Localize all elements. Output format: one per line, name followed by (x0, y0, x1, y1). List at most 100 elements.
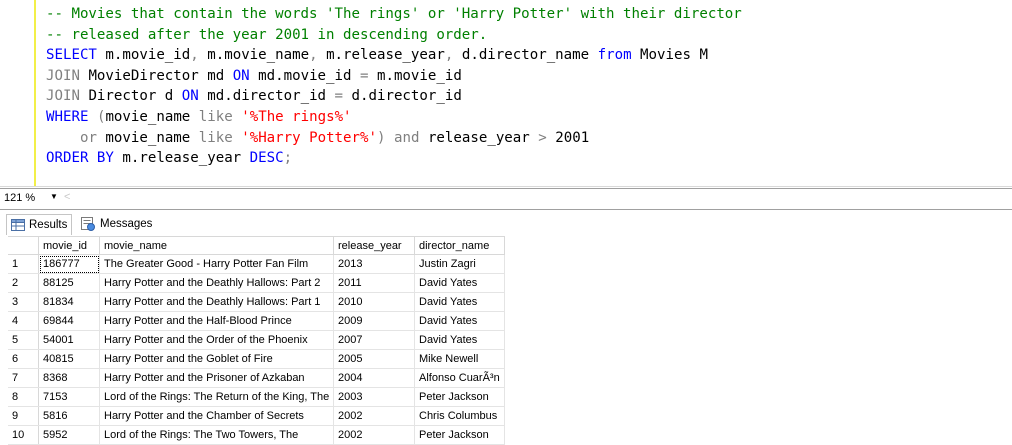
chevron-down-icon[interactable]: ▼ (50, 192, 58, 201)
row-number-header[interactable] (8, 236, 39, 255)
column-header-release-year[interactable]: release_year (333, 236, 415, 255)
code-token: like (198, 108, 233, 125)
cell-movie-id[interactable]: 88125 (38, 273, 100, 293)
cell-release-year[interactable]: 2013 (333, 254, 415, 274)
cell-movie-id[interactable]: 186777 (38, 254, 100, 274)
cell-movie-id[interactable]: 5816 (38, 406, 100, 426)
cell-director-name[interactable]: David Yates (414, 292, 505, 312)
row-number[interactable]: 10 (8, 425, 39, 445)
code-token: '%The rings%' (241, 108, 352, 125)
cell-release-year[interactable]: 2011 (333, 273, 415, 293)
cell-movie-id[interactable]: 81834 (38, 292, 100, 312)
table-row[interactable]: 2 88125 Harry Potter and the Deathly Hallo… (8, 273, 505, 293)
table-row[interactable]: 8 7153 Lord of the Rings: The Return of th… (8, 387, 505, 407)
code-line[interactable]: JOIN Director d ON md.director_id = d.di… (46, 86, 742, 107)
code-token: ON (232, 67, 250, 84)
query-editor[interactable]: -- Movies that contain the words 'The ri… (0, 0, 1012, 186)
row-number[interactable]: 1 (8, 254, 39, 274)
cell-release-year[interactable]: 2005 (333, 349, 415, 369)
row-number[interactable]: 7 (8, 368, 39, 388)
cell-movie-id[interactable]: 54001 (38, 330, 100, 350)
row-number[interactable]: 9 (8, 406, 39, 426)
code-line[interactable]: JOIN MovieDirector md ON md.movie_id = m… (46, 66, 742, 87)
row-number[interactable]: 4 (8, 311, 39, 331)
code-token: movie_name (96, 129, 199, 146)
code-token: DESC (249, 150, 284, 167)
code-token: m.movie_id (96, 47, 191, 64)
tab-results[interactable]: Results (6, 214, 72, 235)
cell-release-year[interactable]: 2002 (333, 425, 415, 445)
code-token: m.release_year (113, 150, 250, 167)
tab-messages[interactable]: Messages (76, 214, 156, 234)
tab-messages-label: Messages (100, 218, 153, 230)
code-line[interactable]: ORDER BY m.release_year DESC; (46, 148, 742, 169)
code-line[interactable]: WHERE (movie_name like '%The rings%' (46, 107, 742, 128)
cell-movie-name[interactable]: Harry Potter and the Goblet of Fire (99, 349, 334, 369)
table-row[interactable]: 10 5952 Lord of the Rings: The Two Towers,… (8, 425, 505, 445)
table-row[interactable]: 9 5816 Harry Potter and the Chamber of Sec… (8, 406, 505, 426)
column-header-movie-id[interactable]: movie_id (38, 236, 100, 255)
cell-release-year[interactable]: 2002 (333, 406, 415, 426)
code-token: JOIN (46, 88, 80, 105)
code-line[interactable]: or movie_name like '%Harry Potter%') and… (46, 128, 742, 149)
cell-director-name[interactable]: David Yates (414, 311, 505, 331)
cell-release-year[interactable]: 2004 (333, 368, 415, 388)
cell-movie-id[interactable]: 8368 (38, 368, 100, 388)
table-row[interactable]: 4 69844 Harry Potter and the Half-Blood Pr… (8, 311, 505, 331)
row-number[interactable]: 6 (8, 349, 39, 369)
code-line[interactable]: -- Movies that contain the words 'The ri… (46, 4, 742, 25)
table-row[interactable]: 3 81834 Harry Potter and the Deathly Hallo… (8, 292, 505, 312)
code-token: m.release_year (317, 47, 445, 64)
cell-release-year[interactable]: 2010 (333, 292, 415, 312)
sql-code[interactable]: -- Movies that contain the words 'The ri… (46, 4, 742, 169)
code-line[interactable]: SELECT m.movie_id, m.movie_name, m.relea… (46, 45, 742, 66)
code-token: md.movie_id (249, 67, 360, 84)
code-token: -- released after the year 2001 in desce… (46, 26, 488, 43)
row-number[interactable]: 5 (8, 330, 39, 350)
cell-movie-name[interactable]: Lord of the Rings: The Return of the Kin… (99, 387, 334, 407)
results-grid[interactable]: movie_id movie_name release_year directo… (8, 236, 505, 445)
code-line[interactable]: -- released after the year 2001 in desce… (46, 25, 742, 46)
cell-director-name[interactable]: Peter Jackson (414, 387, 505, 407)
table-row[interactable]: 5 54001 Harry Potter and the Order of the … (8, 330, 505, 350)
cell-release-year[interactable]: 2007 (333, 330, 415, 350)
table-row[interactable]: 7 8368 Harry Potter and the Prisoner of Az… (8, 368, 505, 388)
cell-director-name[interactable]: Justin Zagri (414, 254, 505, 274)
cell-movie-id[interactable]: 69844 (38, 311, 100, 331)
code-token: = (334, 88, 344, 105)
code-token: d.director_name (453, 47, 598, 64)
cell-movie-name[interactable]: Harry Potter and the Deathly Hallows: Pa… (99, 292, 334, 312)
grid-header-row: movie_id movie_name release_year directo… (8, 236, 505, 255)
cell-director-name[interactable]: Alfonso CuarÃ³n (414, 368, 505, 388)
cell-movie-name[interactable]: Harry Potter and the Chamber of Secrets (99, 406, 334, 426)
zoom-level[interactable]: 121 % (0, 192, 35, 206)
table-row[interactable]: 1 186777 The Greater Good - Harry Potter F… (8, 254, 505, 274)
column-header-director-name[interactable]: director_name (414, 236, 505, 255)
cell-release-year[interactable]: 2009 (333, 311, 415, 331)
table-row[interactable]: 6 40815 Harry Potter and the Goblet of Fir… (8, 349, 505, 369)
cell-movie-name[interactable]: Harry Potter and the Prisoner of Azkaban (99, 368, 334, 388)
scroll-left-arrow[interactable]: < (64, 191, 70, 203)
cell-movie-name[interactable]: Harry Potter and the Deathly Hallows: Pa… (99, 273, 334, 293)
cell-director-name[interactable]: Peter Jackson (414, 425, 505, 445)
messages-icon (81, 217, 95, 231)
cell-director-name[interactable]: Chris Columbus (414, 406, 505, 426)
cell-movie-id[interactable]: 5952 (38, 425, 100, 445)
cell-movie-name[interactable]: Lord of the Rings: The Two Towers, The (99, 425, 334, 445)
cell-movie-name[interactable]: Harry Potter and the Order of the Phoeni… (99, 330, 334, 350)
row-number[interactable]: 2 (8, 273, 39, 293)
column-header-movie-name[interactable]: movie_name (99, 236, 334, 255)
code-token: JOIN (46, 67, 80, 84)
cell-movie-name[interactable]: Harry Potter and the Half-Blood Prince (99, 311, 334, 331)
cell-movie-id[interactable]: 40815 (38, 349, 100, 369)
cell-movie-name[interactable]: The Greater Good - Harry Potter Fan Film (99, 254, 334, 274)
change-tracking-bar (34, 0, 36, 186)
cell-movie-id[interactable]: 7153 (38, 387, 100, 407)
row-number[interactable]: 3 (8, 292, 39, 312)
row-number[interactable]: 8 (8, 387, 39, 407)
cell-release-year[interactable]: 2003 (333, 387, 415, 407)
cell-director-name[interactable]: David Yates (414, 273, 505, 293)
cell-director-name[interactable]: Mike Newell (414, 349, 505, 369)
cell-director-name[interactable]: David Yates (414, 330, 505, 350)
